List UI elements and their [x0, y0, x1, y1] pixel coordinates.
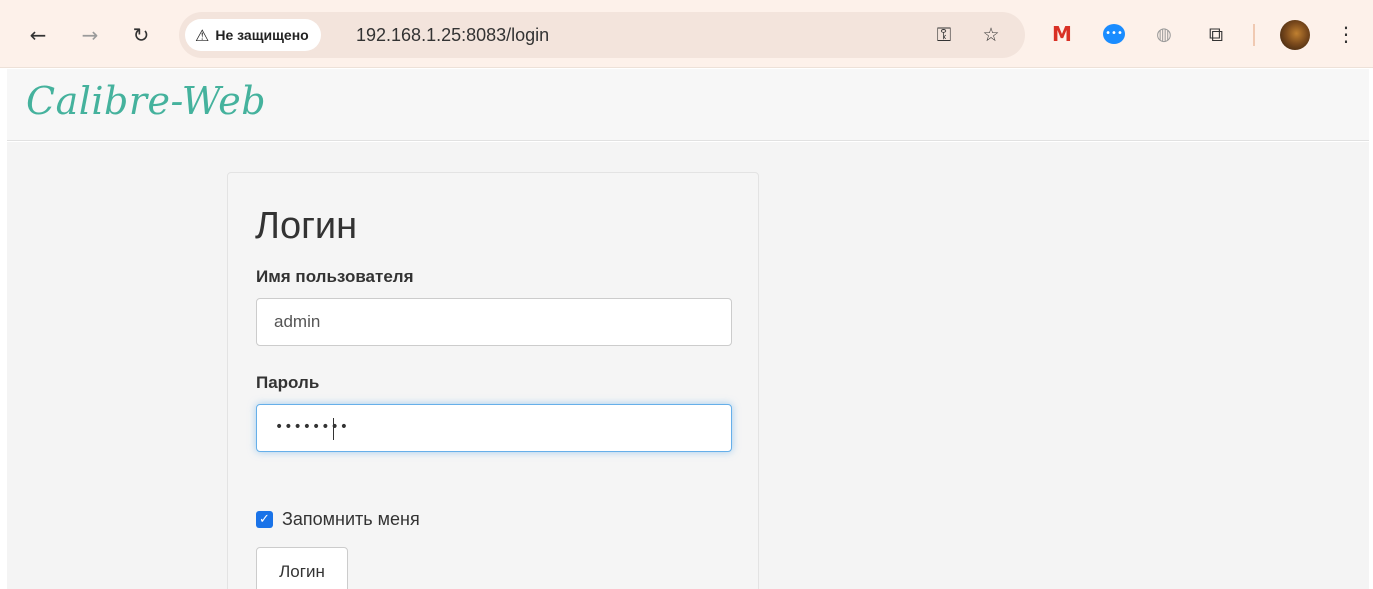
login-button[interactable]: Логин — [256, 547, 348, 589]
avatar[interactable] — [1280, 20, 1310, 50]
security-chip[interactable]: ⚠ Не защищено — [185, 19, 321, 51]
reload-icon[interactable]: ↻ — [126, 20, 156, 50]
warning-triangle-icon: ⚠ — [195, 25, 210, 45]
chat-bubble-icon[interactable]: ••• — [1101, 21, 1127, 47]
remember-checkbox[interactable]: ✓ — [256, 511, 273, 528]
page-title: Логин — [255, 205, 358, 247]
security-label: Не защищено — [215, 27, 309, 43]
username-value: admin — [274, 312, 321, 331]
username-field[interactable]: admin — [256, 298, 732, 346]
username-label: Имя пользователя — [256, 267, 414, 286]
globe-icon[interactable]: ◍ — [1151, 21, 1177, 47]
puzzle-icon[interactable]: ⧉ — [1203, 21, 1229, 47]
toolbar-divider — [1253, 24, 1255, 46]
login-card: Логин Имя пользователя admin Пароль ••••… — [227, 172, 759, 589]
gmail-icon[interactable]: M — [1049, 21, 1075, 47]
address-bar[interactable]: ⚠ Не защищено 192.168.1.25:8083/login ⚿ … — [179, 12, 1025, 58]
browser-toolbar: ← → ↻ ⚠ Не защищено 192.168.1.25:8083/lo… — [0, 0, 1373, 68]
text-caret — [333, 418, 334, 440]
remember-label: Запомнить меня — [282, 509, 420, 529]
password-label: Пароль — [256, 373, 320, 392]
page-body: Логин Имя пользователя admin Пароль ••••… — [7, 142, 1369, 589]
forward-arrow-icon[interactable]: → — [75, 20, 105, 50]
remember-me[interactable]: ✓ Запомнить меня — [256, 509, 420, 530]
kebab-menu-icon[interactable]: ⋮ — [1333, 21, 1359, 47]
password-value: •••••••• — [275, 419, 350, 435]
url-text[interactable]: 192.168.1.25:8083/login — [356, 25, 549, 46]
app-header: Calibre-Web — [7, 69, 1369, 141]
bookmark-star-icon[interactable]: ☆ — [978, 22, 1004, 48]
brand-logo[interactable]: Calibre-Web — [26, 79, 266, 123]
back-arrow-icon[interactable]: ← — [23, 20, 53, 50]
password-field[interactable]: •••••••• — [256, 404, 732, 452]
key-icon[interactable]: ⚿ — [931, 22, 957, 48]
